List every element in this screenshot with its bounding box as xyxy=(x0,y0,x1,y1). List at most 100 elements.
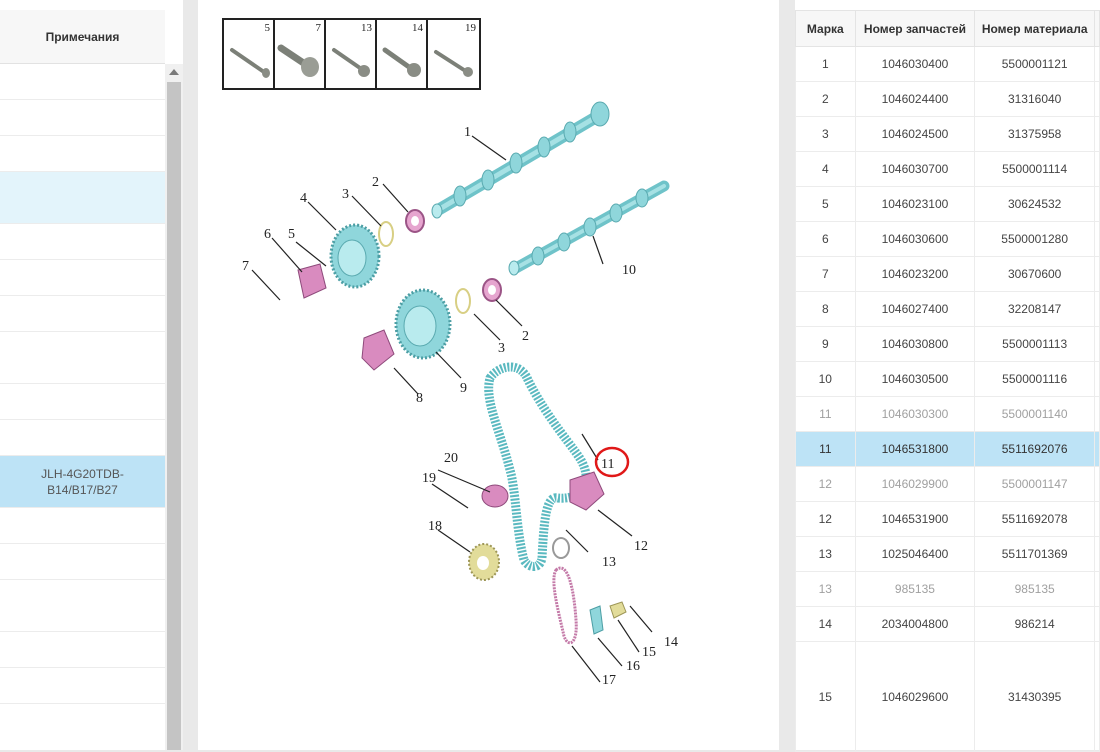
notes-column-header[interactable]: Примечания xyxy=(0,10,165,64)
table-row[interactable]: 14 2034004800 986214 xyxy=(795,606,1100,642)
ring-13-part[interactable] xyxy=(552,537,570,559)
diagram-label[interactable]: 12 xyxy=(634,539,648,554)
diagram-label[interactable]: 4 xyxy=(300,191,307,206)
parts-table-body: 1 1046030400 5500001121 2 1046024400 31316040… xyxy=(795,46,1100,752)
diagram-label[interactable]: 6 xyxy=(264,227,271,242)
table-row[interactable]: 11 1046531800 5511692076 xyxy=(795,431,1100,467)
notes-row[interactable] xyxy=(0,668,165,704)
cell-mark: 10 xyxy=(795,361,856,397)
notes-row[interactable] xyxy=(0,332,165,384)
diagram-panel: 5 7 13 14 19 1 2 3 4 5 6 7 10 2 3 9 8 11… xyxy=(198,0,779,750)
table-row[interactable]: 6 1046030600 5500001280 xyxy=(795,221,1100,257)
cell-material: 5511692078 xyxy=(974,501,1096,537)
table-row[interactable]: 10 1046030500 5500001116 xyxy=(795,361,1100,397)
diagram-label[interactable]: 5 xyxy=(288,227,295,242)
cell-material: 31375958 xyxy=(974,116,1096,152)
diagram-label[interactable]: 9 xyxy=(460,381,467,396)
camshaft-1-part[interactable] xyxy=(431,101,610,219)
cam-gear-4-part[interactable] xyxy=(329,223,381,289)
table-row[interactable]: 12 1046029900 5500001147 xyxy=(795,466,1100,502)
cell-material: 5500001280 xyxy=(974,221,1096,257)
cell-material: 985135 xyxy=(974,571,1096,607)
table-row[interactable]: 9 1046030800 5500001113 xyxy=(795,326,1100,362)
table-row[interactable]: 13 985135 985135 xyxy=(795,571,1100,607)
cell-material: 5500001114 xyxy=(974,151,1096,187)
timing-belt-11-part[interactable] xyxy=(484,362,591,571)
diagram-label[interactable]: 10 xyxy=(622,263,636,278)
cell-material: 5511701369 xyxy=(974,536,1096,572)
notes-row[interactable] xyxy=(0,260,165,296)
notes-rows: JLH-4G20TDB-B14/B17/B27 xyxy=(0,64,165,704)
table-row[interactable]: 13 1025046400 5511701369 xyxy=(795,536,1100,572)
diagram-label[interactable]: 14 xyxy=(664,635,678,650)
table-row[interactable]: 1 1046030400 5500001121 xyxy=(795,46,1100,82)
bolt-15-part[interactable] xyxy=(609,601,627,619)
cell-part: 1046023200 xyxy=(854,256,976,292)
notes-row[interactable]: JLH-4G20TDB-B14/B17/B27 xyxy=(0,456,165,508)
sprocket-16-part[interactable] xyxy=(589,605,604,635)
diagram-label[interactable]: 1 xyxy=(464,125,471,140)
table-row[interactable]: 12 1046531900 5511692078 xyxy=(795,501,1100,537)
diagram-label[interactable]: 17 xyxy=(602,673,616,688)
diagram-label[interactable]: 7 xyxy=(242,259,249,274)
scroll-up-arrow-icon[interactable] xyxy=(169,69,179,75)
cell-mark: 11 xyxy=(795,431,856,467)
table-row[interactable]: 8 1046027400 32208147 xyxy=(795,291,1100,327)
notes-row[interactable] xyxy=(0,384,165,420)
ring-3-lower-part[interactable] xyxy=(455,288,471,314)
notes-row[interactable] xyxy=(0,508,165,544)
column-header-mark[interactable]: Марка xyxy=(795,10,856,47)
cell-material: 5500001116 xyxy=(974,361,1096,397)
cell-mark: 12 xyxy=(795,501,856,537)
pulley-18-part[interactable] xyxy=(468,543,500,581)
diagram-label[interactable]: 8 xyxy=(416,391,423,406)
diagram-label[interactable]: 13 xyxy=(602,555,616,570)
notes-row[interactable] xyxy=(0,544,165,580)
notes-row[interactable] xyxy=(0,420,165,456)
notes-panel: Примечания JLH-4G20TDB-B14/B17/B27 xyxy=(0,0,183,750)
table-row[interactable]: 7 1046023200 30670600 xyxy=(795,256,1100,292)
table-row[interactable]: 3 1046024500 31375958 xyxy=(795,116,1100,152)
column-header-material-number[interactable]: Номер материала xyxy=(974,10,1096,47)
cell-material: 5500001113 xyxy=(974,326,1096,362)
table-row[interactable]: 2 1046024400 31316040 xyxy=(795,81,1100,117)
cell-extra xyxy=(1094,221,1100,257)
cover-8-part[interactable] xyxy=(361,329,395,371)
notes-row[interactable] xyxy=(0,632,165,668)
diagram-label[interactable]: 11 xyxy=(601,457,614,472)
diagram-label[interactable]: 3 xyxy=(342,187,349,202)
column-header-extra xyxy=(1094,10,1100,47)
notes-row[interactable] xyxy=(0,64,165,100)
diagram-label[interactable]: 20 xyxy=(444,451,458,466)
cam-gear-9-part[interactable] xyxy=(394,288,452,360)
camshaft-10-part[interactable] xyxy=(508,180,670,276)
diagram-label[interactable]: 19 xyxy=(422,471,436,486)
notes-row[interactable] xyxy=(0,136,165,172)
cell-material: 5500001121 xyxy=(974,46,1096,82)
diagram-label[interactable]: 15 xyxy=(642,645,656,660)
diagram-label[interactable]: 3 xyxy=(498,341,505,356)
notes-scrollbar[interactable] xyxy=(165,64,183,750)
notes-row[interactable] xyxy=(0,580,165,632)
scrollbar-thumb[interactable] xyxy=(167,82,181,750)
table-row[interactable]: 4 1046030700 5500001114 xyxy=(795,151,1100,187)
diagram-label[interactable]: 16 xyxy=(626,659,640,674)
diagram-label[interactable]: 18 xyxy=(428,519,442,534)
tensioner-12-part[interactable] xyxy=(569,471,605,511)
notes-row[interactable] xyxy=(0,296,165,332)
diagram-label[interactable]: 2 xyxy=(522,329,529,344)
table-row[interactable]: 5 1046023100 30624532 xyxy=(795,186,1100,222)
parts-table: Марка Номер запчастей Номер материала 11… xyxy=(795,10,1100,752)
notes-row[interactable] xyxy=(0,100,165,136)
cell-mark: 14 xyxy=(795,606,856,642)
diagram-label[interactable]: 2 xyxy=(372,175,379,190)
bolt-icon xyxy=(382,47,421,77)
table-row[interactable]: 11 1046030300 5500001140 xyxy=(795,396,1100,432)
notes-row[interactable] xyxy=(0,172,165,224)
notes-row[interactable] xyxy=(0,224,165,260)
column-header-part-number[interactable]: Номер запчастей xyxy=(854,10,976,47)
cover-6-part[interactable] xyxy=(297,263,327,299)
chain-17-part[interactable] xyxy=(552,566,578,645)
idler-20-part[interactable] xyxy=(481,484,509,508)
table-row[interactable]: 15 1046029600 31430395 xyxy=(795,641,1100,752)
